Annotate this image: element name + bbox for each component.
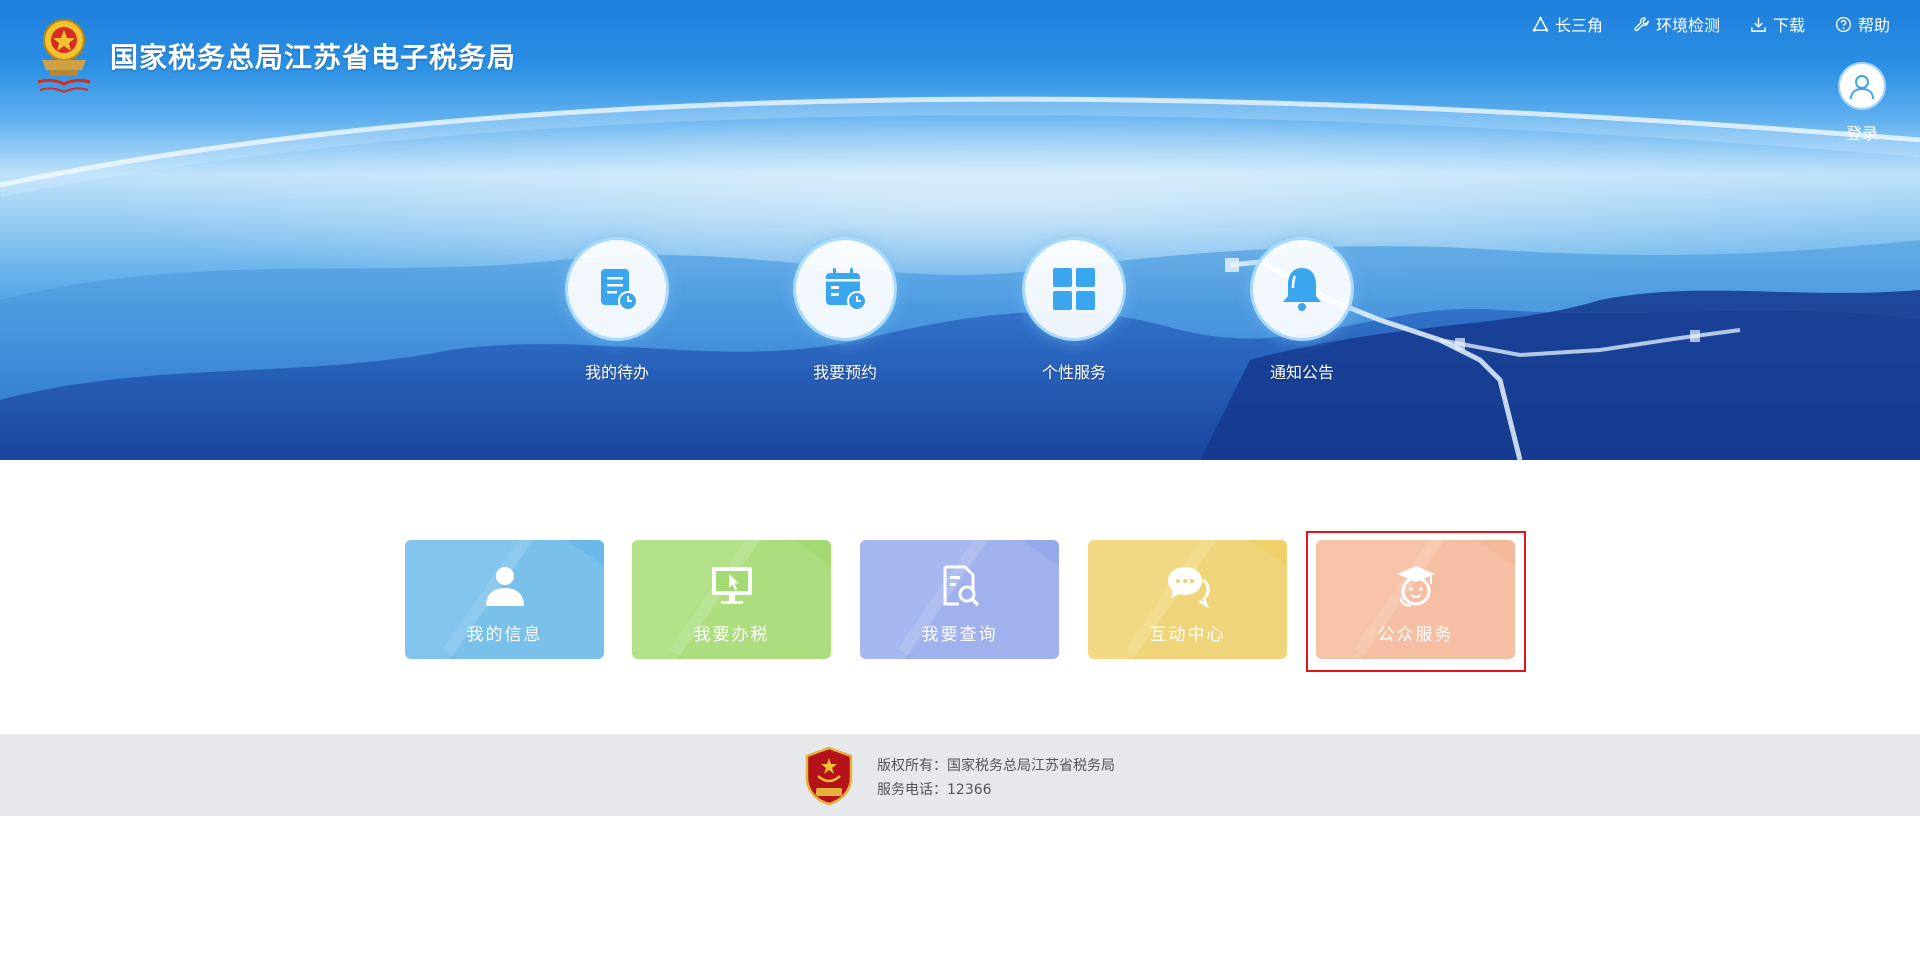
top-link-download[interactable]: 下载	[1750, 12, 1805, 36]
header-banner: 国家税务总局江苏省电子税务局 长三角 环境检测 下载 帮助 登录 我的待办 我要…	[0, 0, 1920, 460]
card-tax-handling[interactable]: 我要办税	[632, 540, 831, 659]
todo-document-clock-icon	[565, 237, 669, 341]
card-label: 公众服务	[1377, 625, 1454, 645]
top-link-yangtze-delta[interactable]: 长三角	[1532, 12, 1603, 36]
top-link-environment-check[interactable]: 环境检测	[1633, 12, 1720, 36]
quick-label: 通知公告	[1269, 363, 1334, 382]
quick-label: 我要预约	[812, 363, 877, 382]
card-public-service[interactable]: 公众服务	[1316, 540, 1515, 659]
footer: 版权所有：国家税务总局江苏省税务局 服务电话：12366	[0, 734, 1920, 816]
card-label: 我要办税	[693, 625, 770, 645]
wrench-icon	[1634, 16, 1649, 31]
quick-personal-service[interactable]: 个性服务	[1022, 237, 1126, 383]
tax-emblem-icon	[32, 14, 96, 96]
site-title: 国家税务总局江苏省电子税务局	[110, 41, 517, 74]
service-cards: 我的信息 我要办税 我要查询 互动中心 公众服务	[405, 540, 1515, 660]
quick-my-todo[interactable]: 我的待办	[565, 237, 669, 383]
bell-icon	[1250, 237, 1354, 341]
quick-label: 个性服务	[1041, 363, 1106, 382]
card-label: 互动中心	[1149, 625, 1226, 645]
monitor-cursor-icon	[711, 567, 752, 604]
quick-label: 我的待办	[584, 363, 649, 382]
grid-four-icon	[1022, 237, 1126, 341]
top-link-label: 长三角	[1554, 16, 1603, 35]
chat-bubbles-icon	[1167, 567, 1210, 608]
footer-info: 版权所有：国家税务总局江苏省税务局 服务电话：12366	[877, 754, 1115, 802]
party-government-badge-icon	[804, 746, 854, 806]
calendar-clock-icon	[793, 237, 897, 341]
card-query[interactable]: 我要查询	[860, 540, 1059, 659]
triangle-network-icon	[1532, 15, 1549, 32]
top-nav: 长三角 环境检测 下载 帮助	[1532, 12, 1890, 36]
top-link-help[interactable]: 帮助	[1835, 12, 1890, 36]
card-label: 我的信息	[466, 625, 543, 645]
graduate-face-icon	[1396, 566, 1435, 607]
copyright-text: 版权所有：国家税务总局江苏省税务局	[877, 758, 1115, 774]
login-label: 登录	[1845, 124, 1878, 143]
quick-notice[interactable]: 通知公告	[1250, 237, 1354, 383]
card-label: 我要查询	[921, 625, 998, 645]
document-search-icon	[943, 565, 979, 607]
top-link-label: 帮助	[1857, 16, 1890, 35]
user-icon	[485, 567, 524, 606]
user-avatar-icon	[1838, 62, 1886, 110]
help-circle-icon	[1835, 16, 1852, 32]
quick-appointment[interactable]: 我要预约	[793, 237, 897, 383]
card-my-info[interactable]: 我的信息	[405, 540, 604, 659]
download-icon	[1751, 17, 1766, 32]
login-button[interactable]: 登录	[1838, 62, 1886, 144]
card-interaction-center[interactable]: 互动中心	[1088, 540, 1287, 659]
top-link-label: 下载	[1772, 16, 1805, 35]
service-phone-text: 服务电话：12366	[877, 782, 992, 798]
top-link-label: 环境检测	[1655, 16, 1720, 35]
